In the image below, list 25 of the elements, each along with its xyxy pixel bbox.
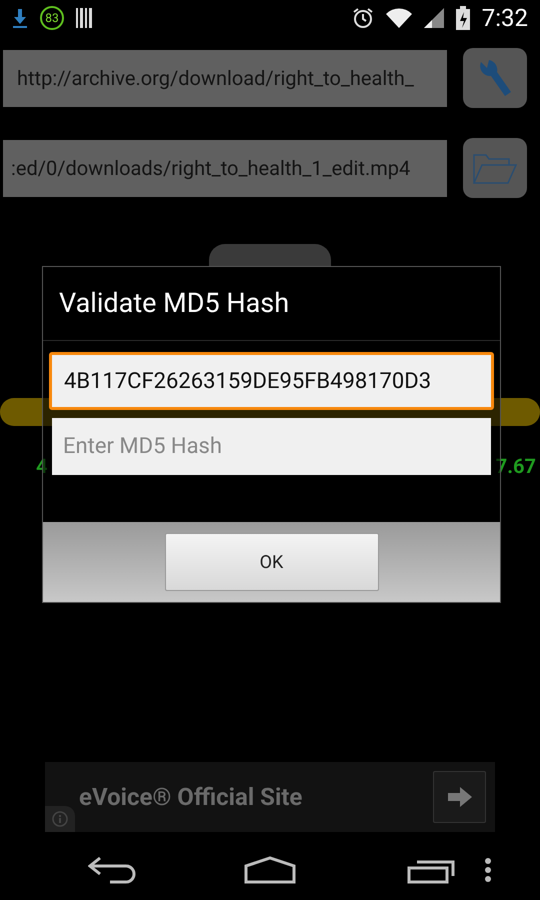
ok-button[interactable]: OK [164,533,378,591]
wifi-icon [386,8,412,28]
barcode-icon [76,8,94,28]
home-icon [244,856,296,884]
menu-icon [484,857,492,883]
signal-icon [424,8,444,28]
download-icon [12,8,28,28]
clock-time: 7:32 [482,3,528,34]
url-field[interactable]: http://archive.org/download/right_to_health_ [3,50,447,106]
settings-button[interactable] [463,48,527,108]
folder-button[interactable] [463,138,527,198]
dialog-title: Validate MD5 Hash [59,286,290,322]
alarm-icon [352,7,374,29]
back-icon [88,856,136,884]
wrench-icon [477,58,513,98]
path-field[interactable]: :ed/0/downloads/right_to_health_1_edit.mp4 [3,140,447,196]
arrow-button[interactable] [433,771,486,823]
battery-badge: 83 [40,6,64,30]
info-icon [52,811,68,827]
hash-field[interactable]: 4B117CF26263159DE95FB498170D3 [49,352,494,410]
md5-input-field[interactable]: Enter MD5 Hash [52,418,491,475]
battery-icon [456,6,470,30]
right-arrow-icon [448,787,472,807]
ad-text: eVoice® Official Site [79,782,304,813]
ad-banner[interactable]: eVoice® Official Site [45,762,495,832]
